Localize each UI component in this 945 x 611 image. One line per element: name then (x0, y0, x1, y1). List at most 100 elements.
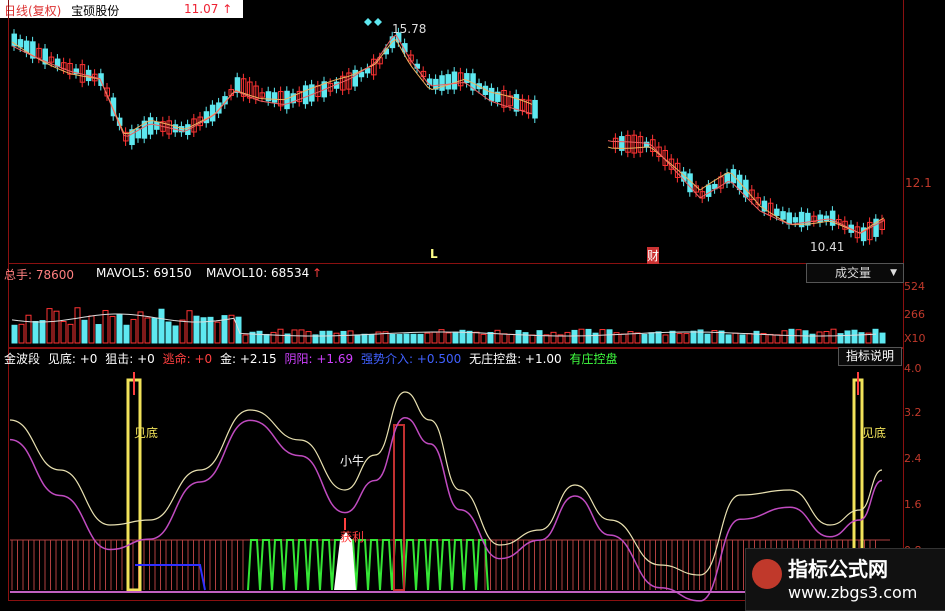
volume-bar (844, 330, 851, 344)
indicator-tick-1-6: 1.6 (904, 498, 922, 511)
diamond-marker-icon (374, 18, 382, 26)
volume-total: 总手: 78600 (4, 268, 75, 282)
volume-bar (326, 330, 333, 344)
volume-bar (655, 331, 662, 344)
legend-wuzhuang: 无庄控盘: +1.00 (469, 352, 562, 366)
volume-bar (410, 333, 417, 344)
legend-qiangshi: 强势介入: +0.500 (360, 352, 462, 366)
volume-bar (599, 329, 606, 344)
volume-bar (550, 331, 557, 344)
volume-bar (18, 323, 25, 344)
volume-bar (739, 334, 746, 344)
volume-bar (88, 315, 95, 344)
chart-canvas[interactable] (0, 0, 945, 609)
volume-bar (858, 332, 865, 344)
candle-body (451, 71, 458, 90)
volume-bar (662, 334, 669, 344)
candle-body (532, 99, 538, 119)
watermark-title: 指标公式网 (788, 557, 888, 581)
volume-bar (186, 310, 193, 344)
volume-bar (606, 329, 613, 344)
volume-bar (452, 331, 459, 344)
volume-bar (130, 318, 137, 344)
candle-body (271, 92, 278, 103)
volume-bar (501, 333, 508, 344)
volume-bar (11, 324, 18, 344)
volume-bar (333, 332, 340, 344)
candle-body (17, 39, 24, 48)
annotation-huoli: 获利 (340, 530, 365, 544)
volume-bar (487, 331, 494, 344)
price-low-label: 10.41 (810, 240, 845, 254)
candle-body (209, 104, 216, 122)
chevron-down-icon: ▼ (890, 268, 897, 278)
watermark-logo-icon (752, 559, 782, 589)
volume-bar (277, 328, 284, 344)
volume-bar (424, 332, 431, 344)
volume-bar (480, 333, 487, 344)
volume-bar (746, 333, 753, 344)
volume-bar (641, 333, 648, 344)
volume-bar (529, 334, 536, 344)
volume-bar (389, 333, 396, 344)
indicator-legend: 金波段 见底: +0 狙击: +0 逃命: +0 金: +2.15 阴阳: +1… (4, 350, 618, 367)
volume-bar (872, 328, 879, 344)
candle-body (817, 214, 823, 223)
volume-bar (816, 331, 823, 344)
volume-bar (648, 332, 655, 344)
price-tick: 12.1 (905, 176, 932, 190)
candle-body (302, 85, 309, 105)
volume-bar (74, 307, 81, 344)
candle-body (488, 87, 495, 102)
candle-body (829, 210, 836, 226)
volume-bar (781, 330, 788, 344)
candle-body (730, 169, 737, 184)
candle-body (445, 74, 451, 90)
volume-arrow-icon: ↑ (312, 266, 323, 280)
volume-bar (193, 315, 200, 344)
indicator-select-dropdown[interactable]: 成交量 ▼ (806, 263, 904, 283)
indicator-tick-4: 4.0 (904, 362, 922, 375)
volume-bar (396, 334, 403, 344)
volume-bar (354, 334, 361, 344)
candle-body (786, 212, 792, 225)
mavol10: MAVOL10: 68534 (206, 266, 310, 280)
diamond-marker-icon (364, 18, 372, 26)
volume-bar (634, 332, 641, 344)
volume-bar (732, 332, 739, 344)
marker-l: L (430, 247, 438, 261)
volume-bar (627, 331, 634, 344)
volume-bar (564, 331, 571, 344)
volume-bar (32, 320, 39, 344)
volume-bar (690, 330, 697, 344)
volume-bar (137, 311, 144, 344)
volume-bar (256, 330, 263, 344)
candle-body (705, 184, 712, 197)
volume-bar (795, 329, 802, 344)
indicator-help-button[interactable]: 指标说明 (838, 347, 902, 366)
marker-cai: 财 (647, 247, 660, 264)
volume-bar (263, 333, 270, 344)
legend-jin: 金: +2.15 (220, 352, 277, 366)
volume-bar (431, 331, 438, 344)
volume-bar (81, 319, 88, 344)
volume-bar (592, 332, 599, 344)
legend-yinyang: 阴阳: +1.69 (284, 352, 354, 366)
volume-bar (291, 329, 298, 344)
volume-bar (823, 331, 830, 344)
volume-bar (67, 323, 74, 344)
volume-bar (522, 332, 529, 344)
volume-bar (403, 333, 410, 344)
annotation-jiandi-right: 见底 (862, 426, 887, 440)
volume-bar (144, 317, 151, 344)
legend-juji: 狙击: +0 (105, 352, 155, 366)
price-high-label: 15.78 (392, 22, 427, 36)
volume-bar (837, 333, 844, 344)
volume-bar (683, 333, 690, 344)
volume-bar (53, 310, 60, 344)
volume-bar (473, 331, 480, 344)
volume-bar (445, 332, 452, 344)
volume-bar (298, 329, 305, 344)
volume-bar (123, 324, 130, 344)
indicator-tick-2-4: 2.4 (904, 452, 922, 465)
